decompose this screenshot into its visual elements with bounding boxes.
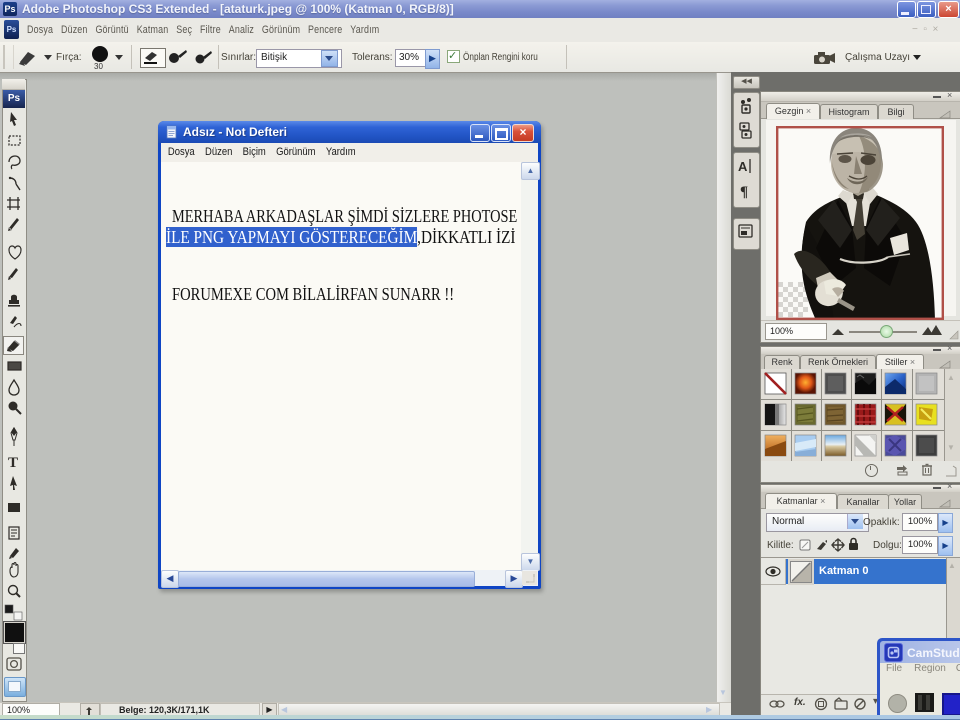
svg-text:A: A: [738, 159, 748, 174]
svg-text:¶: ¶: [740, 184, 748, 200]
svg-text:T: T: [8, 455, 18, 471]
